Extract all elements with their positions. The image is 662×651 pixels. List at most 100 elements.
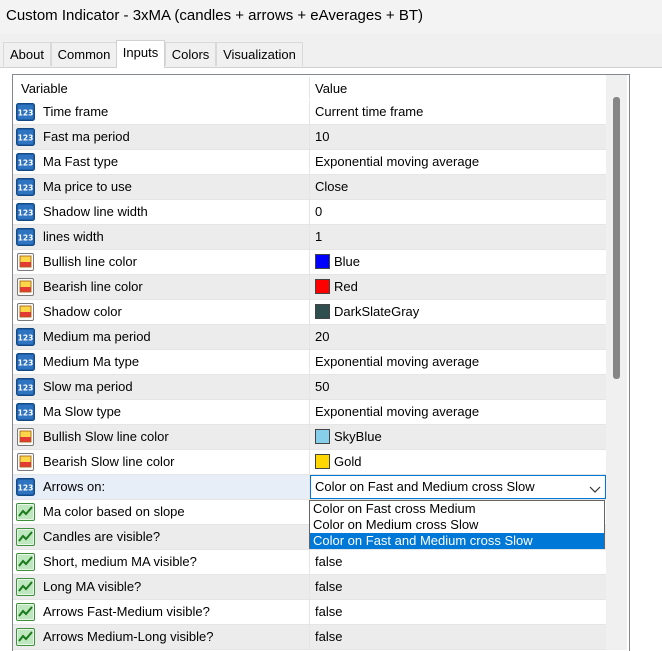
variable-cell[interactable]: 123 Medium ma period: [13, 325, 310, 349]
grid-row[interactable]: 123 Arrows on: Color on Fast and Medium cr…: [13, 475, 607, 500]
variable-cell[interactable]: Ma color based on slope: [13, 500, 310, 524]
tab-visualization[interactable]: Visualization: [216, 42, 303, 66]
grid-row[interactable]: 123 Medium Ma type Exponential moving aver…: [13, 350, 607, 375]
color-swatch: [315, 429, 330, 444]
variable-name: Arrows Fast-Medium visible?: [43, 604, 210, 619]
column-header-value[interactable]: Value: [315, 75, 347, 100]
variable-name: Candles are visible?: [43, 529, 161, 544]
variable-name: Time frame: [43, 104, 109, 119]
value-cell[interactable]: 10: [315, 125, 329, 149]
grid-row[interactable]: 123 Fast ma period 10: [13, 125, 607, 150]
variable-cell[interactable]: 123 Arrows on:: [13, 475, 310, 499]
value-cell[interactable]: Current time frame: [315, 100, 423, 124]
scrollbar-thumb[interactable]: [613, 97, 620, 379]
value-cell[interactable]: false: [315, 600, 342, 624]
variable-name: Bullish line color: [43, 254, 137, 269]
variable-cell[interactable]: Arrows Fast-Medium visible?: [13, 600, 310, 624]
value-cell[interactable]: Exponential moving average: [315, 400, 479, 424]
value-cell[interactable]: Red: [334, 275, 358, 299]
variable-cell[interactable]: Candles are visible?: [13, 525, 310, 549]
dropdown-option[interactable]: Color on Fast cross Medium: [310, 501, 604, 517]
numeric-123-icon: 123: [16, 128, 35, 146]
variable-cell[interactable]: 123 Medium Ma type: [13, 350, 310, 374]
variable-name: Arrows on:: [43, 479, 106, 494]
grid-row[interactable]: Long MA visible? false: [13, 575, 607, 600]
boolean-chart-icon: [16, 503, 35, 521]
variable-cell[interactable]: 123 Ma Slow type: [13, 400, 310, 424]
variable-cell[interactable]: Long MA visible?: [13, 575, 310, 599]
variable-cell[interactable]: 123 Fast ma period: [13, 125, 310, 149]
window-title: Custom Indicator - 3xMA (candles + arrow…: [6, 7, 423, 24]
value-cell[interactable]: 50: [315, 375, 329, 399]
variable-name: Bullish Slow line color: [43, 429, 169, 444]
grid-row[interactable]: Short, medium MA visible? false: [13, 550, 607, 575]
grid-row[interactable]: Arrows Medium-Long visible? false: [13, 625, 607, 650]
grid-row[interactable]: Shadow color DarkSlateGray: [13, 300, 607, 325]
grid-row[interactable]: 123 Ma price to use Close: [13, 175, 607, 200]
variable-cell[interactable]: Bearish Slow line color: [13, 450, 310, 474]
variable-cell[interactable]: Bullish Slow line color: [13, 425, 310, 449]
grid-row[interactable]: 123 Shadow line width 0: [13, 200, 607, 225]
variable-cell[interactable]: Short, medium MA visible?: [13, 550, 310, 574]
column-header-variable[interactable]: Variable: [21, 75, 68, 100]
vertical-scrollbar[interactable]: [606, 75, 627, 650]
variable-cell[interactable]: Bearish line color: [13, 275, 310, 299]
variable-cell[interactable]: 123 lines width: [13, 225, 310, 249]
tab-colors[interactable]: Colors: [165, 42, 216, 66]
chevron-down-icon[interactable]: [589, 482, 601, 493]
variable-cell[interactable]: Arrows Medium-Long visible?: [13, 625, 310, 649]
value-cell[interactable]: false: [315, 625, 342, 649]
dropdown-option-highlighted[interactable]: Color on Fast and Medium cross Slow: [310, 533, 604, 549]
grid-row[interactable]: 123 Time frame Current time frame: [13, 100, 607, 125]
variable-cell[interactable]: 123 Time frame: [13, 100, 310, 124]
numeric-123-icon: 123: [16, 178, 35, 196]
grid-row[interactable]: 123 Ma Fast type Exponential moving averag…: [13, 150, 607, 175]
color-palette-icon: [16, 453, 35, 471]
grid-row[interactable]: 123 Medium ma period 20: [13, 325, 607, 350]
tab-inputs[interactable]: Inputs: [116, 40, 165, 68]
grid-row[interactable]: Bullish Slow line color SkyBlue: [13, 425, 607, 450]
numeric-123-icon: 123: [16, 103, 35, 121]
variable-name: Slow ma period: [43, 379, 133, 394]
value-cell[interactable]: false: [315, 575, 342, 599]
variable-cell[interactable]: Bullish line color: [13, 250, 310, 274]
inputs-grid: Variable Value 123 Time frame Current time…: [12, 74, 630, 651]
numeric-123-icon: 123: [16, 403, 35, 421]
arrows-on-combobox[interactable]: Color on Fast and Medium cross Slow: [310, 475, 606, 499]
column-divider[interactable]: [309, 77, 310, 99]
variable-cell[interactable]: 123 Ma Fast type: [13, 150, 310, 174]
tab-about[interactable]: About: [3, 42, 51, 66]
dropdown-option[interactable]: Color on Medium cross Slow: [310, 517, 604, 533]
variable-cell[interactable]: Shadow color: [13, 300, 310, 324]
grid-row[interactable]: Bearish Slow line color Gold: [13, 450, 607, 475]
value-cell[interactable]: 1: [315, 225, 322, 249]
grid-row[interactable]: 123 lines width 1: [13, 225, 607, 250]
value-cell[interactable]: Gold: [334, 450, 361, 474]
value-cell[interactable]: Exponential moving average: [315, 350, 479, 374]
grid-row[interactable]: Arrows Fast-Medium visible? false: [13, 600, 607, 625]
variable-name: Ma price to use: [43, 179, 132, 194]
value-cell[interactable]: Blue: [334, 250, 360, 274]
title-bar: Custom Indicator - 3xMA (candles + arrow…: [0, 0, 662, 34]
svg-text:123: 123: [18, 109, 34, 118]
value-cell[interactable]: Exponential moving average: [315, 150, 479, 174]
value-cell[interactable]: 20: [315, 325, 329, 349]
value-cell[interactable]: 0: [315, 200, 322, 224]
value-cell[interactable]: SkyBlue: [334, 425, 382, 449]
grid-row[interactable]: Bearish line color Red: [13, 275, 607, 300]
variable-cell[interactable]: 123 Shadow line width: [13, 200, 310, 224]
variable-name: Fast ma period: [43, 129, 130, 144]
value-cell[interactable]: DarkSlateGray: [334, 300, 419, 324]
tab-strip: About Common Inputs Colors Visualization: [0, 40, 662, 68]
variable-cell[interactable]: 123 Slow ma period: [13, 375, 310, 399]
boolean-chart-icon: [16, 578, 35, 596]
value-cell[interactable]: false: [315, 550, 342, 574]
grid-row[interactable]: 123 Slow ma period 50: [13, 375, 607, 400]
grid-row[interactable]: Bullish line color Blue: [13, 250, 607, 275]
svg-text:123: 123: [18, 359, 34, 368]
tab-common[interactable]: Common: [51, 42, 117, 66]
variable-cell[interactable]: 123 Ma price to use: [13, 175, 310, 199]
grid-row[interactable]: 123 Ma Slow type Exponential moving averag…: [13, 400, 607, 425]
svg-text:123: 123: [18, 234, 34, 243]
value-cell[interactable]: Close: [315, 175, 348, 199]
